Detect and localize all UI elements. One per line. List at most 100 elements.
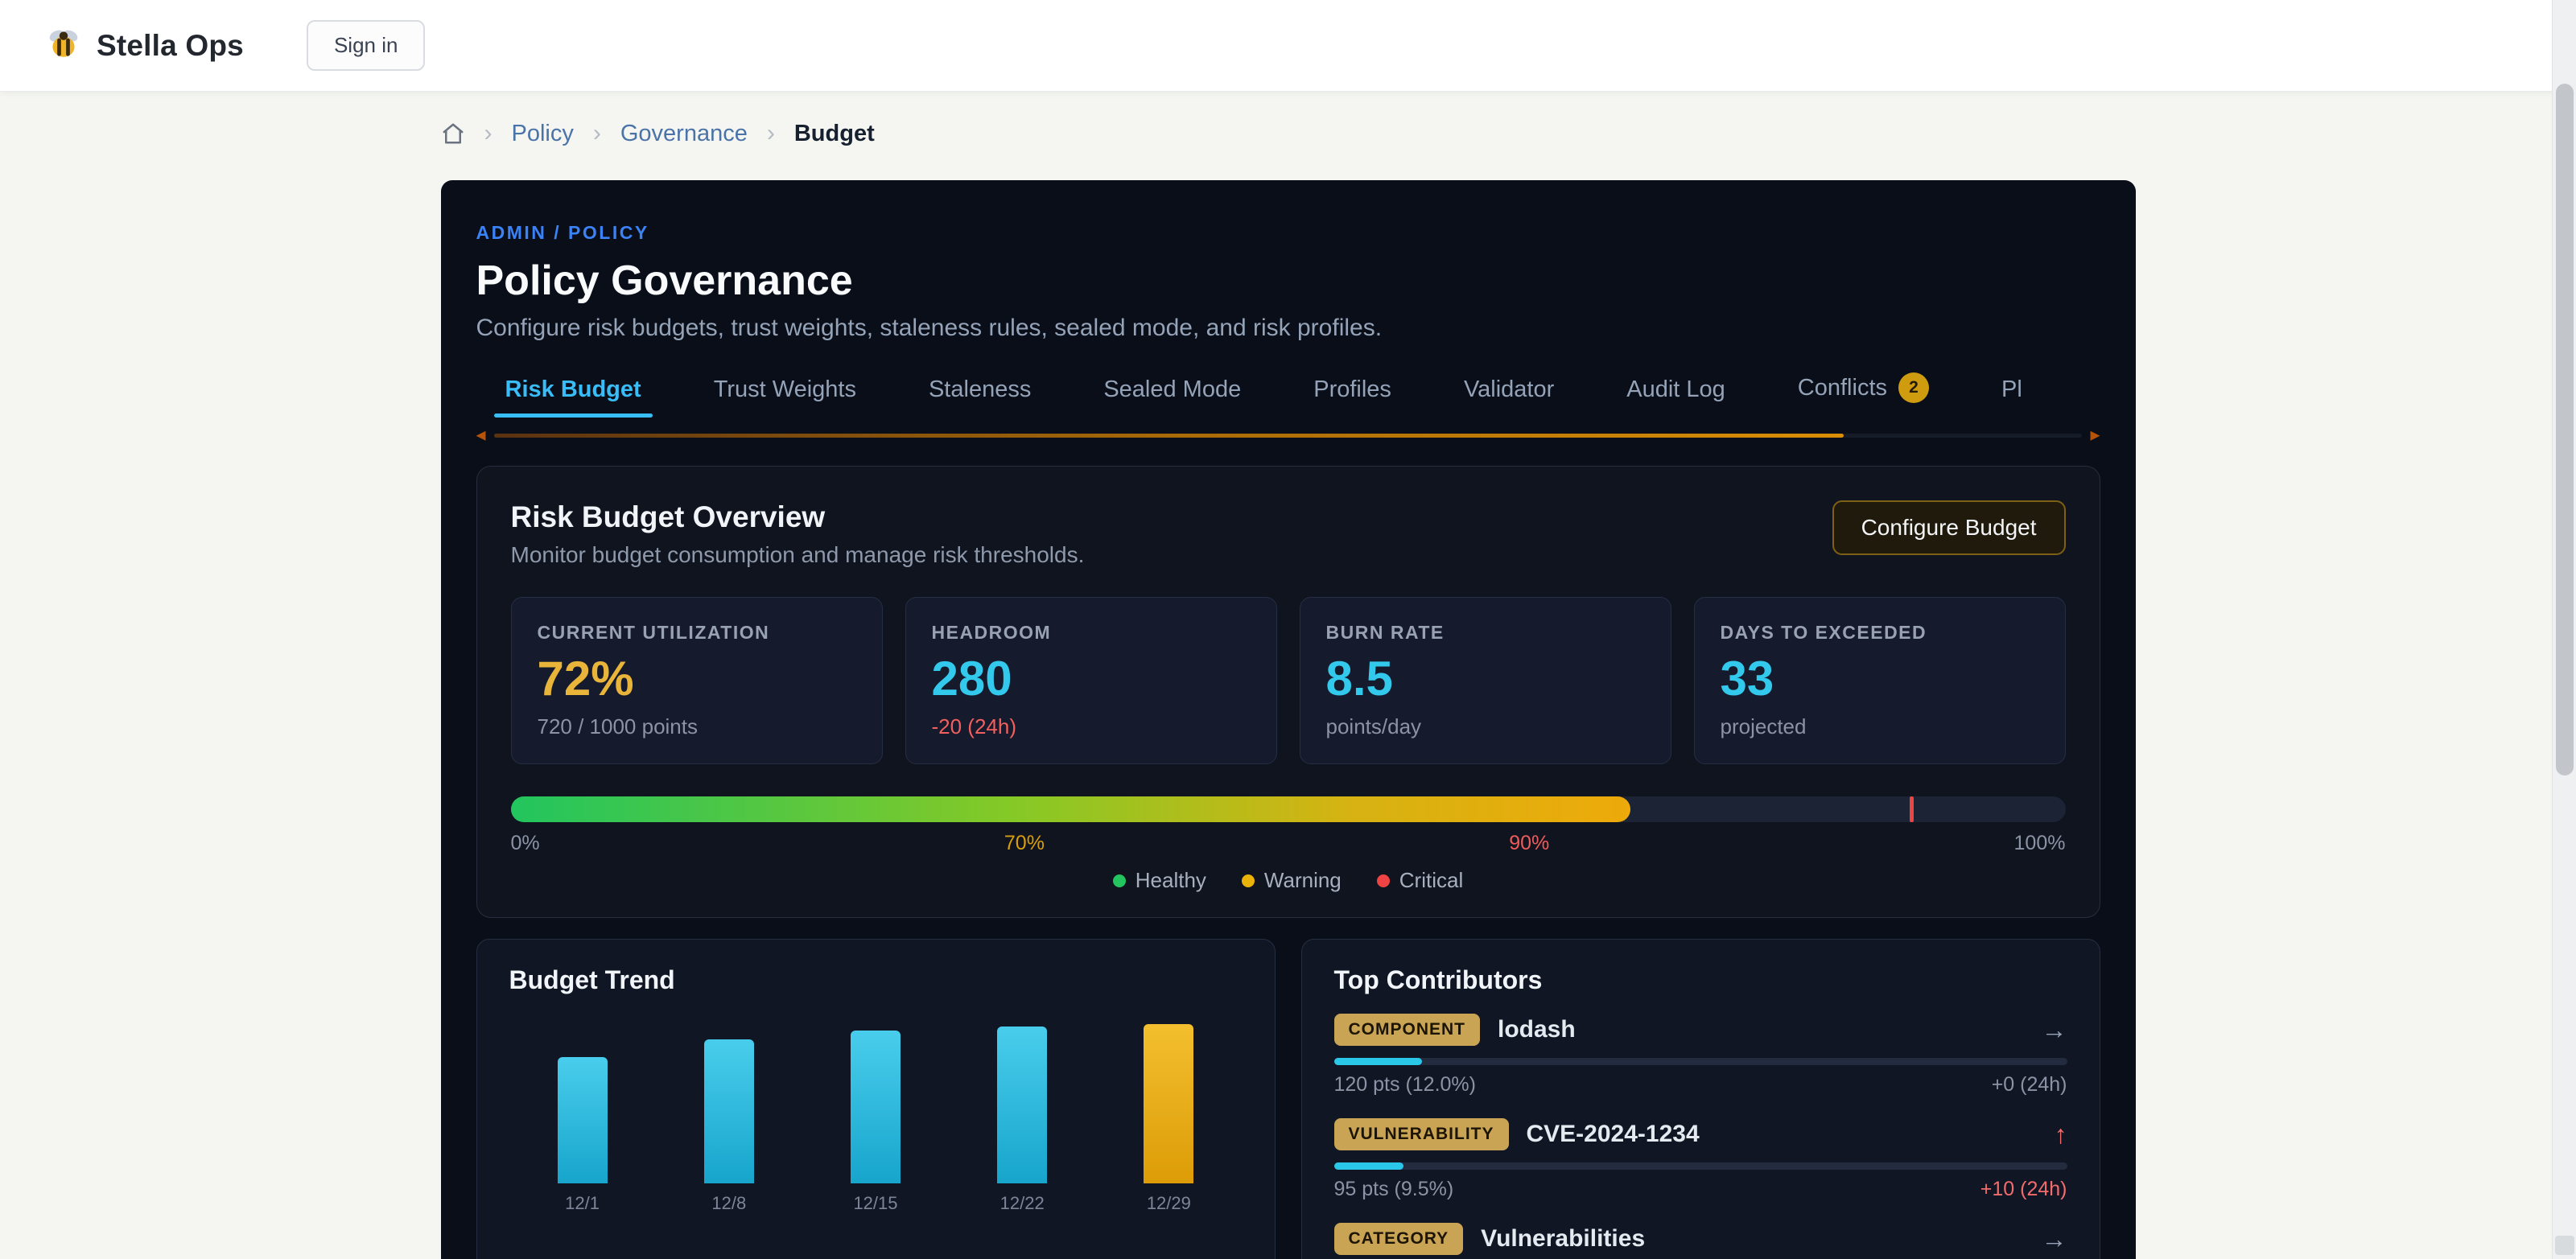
tabs-scroll-track[interactable] — [494, 434, 2083, 438]
chart-x-label: 12/29 — [1147, 1193, 1191, 1212]
stat-sub: projected — [1721, 714, 2039, 739]
breadcrumb-separator: › — [484, 120, 493, 147]
breadcrumb: › Policy › Governance › Budget — [441, 119, 2136, 148]
stat-value: 33 — [1721, 655, 2039, 703]
tabs-scroll-right-icon[interactable]: ▸ — [2090, 426, 2100, 445]
contributor-progress-fill — [1334, 1162, 1404, 1170]
tabs-scroll-left-icon[interactable]: ◂ — [476, 426, 486, 445]
tab-profiles[interactable]: Profiles — [1313, 376, 1391, 418]
contributor-meta: 120 pts (12.0%) +0 (24h) — [1334, 1073, 2067, 1096]
vertical-scrollbar-thumb[interactable] — [2556, 84, 2574, 776]
tab-validator[interactable]: Validator — [1464, 376, 1554, 418]
tab-staleness[interactable]: Staleness — [929, 376, 1031, 418]
contributor-progress-fill — [1334, 1058, 1422, 1065]
stat-card: BURN RATE8.5points/day — [1300, 597, 1671, 764]
stat-card: CURRENT UTILIZATION72%720 / 1000 points — [511, 597, 883, 764]
overview-subtitle: Monitor budget consumption and manage ri… — [511, 542, 1085, 568]
contributor-meta: 95 pts (9.5%)+10 (24h) — [1334, 1178, 2067, 1201]
contributor-header: VULNERABILITYCVE-2024-1234↑ — [1334, 1116, 2067, 1153]
contributor-progress-track — [1334, 1058, 2067, 1065]
vertical-scrollbar[interactable] — [2552, 0, 2576, 1259]
page-title: Policy Governance — [476, 257, 2100, 305]
configure-budget-button[interactable]: Configure Budget — [1832, 500, 2066, 555]
legend-item-healthy: Healthy — [1113, 868, 1206, 893]
chart-bar — [851, 1031, 901, 1183]
gauge-scale-label: 90% — [1509, 832, 1549, 855]
contributor-item[interactable]: VULNERABILITYCVE-2024-1234↑95 pts (9.5%)… — [1334, 1116, 2067, 1201]
chart-bar — [997, 1027, 1047, 1183]
brand-link[interactable]: Stella Ops — [45, 27, 244, 64]
chart-x-label: 12/22 — [1000, 1193, 1045, 1212]
stat-sub: 720 / 1000 points — [538, 714, 856, 739]
legend-label: Warning — [1264, 868, 1342, 893]
home-icon[interactable] — [441, 121, 465, 146]
contributor-delta: +10 (24h) — [1980, 1178, 2067, 1201]
stat-sub: -20 (24h) — [932, 714, 1251, 739]
tab-conflicts[interactable]: Conflicts2 — [1798, 372, 1929, 418]
tab-label: Conflicts — [1798, 375, 1887, 401]
legend-dot-icon — [1377, 874, 1390, 887]
gauge-scale-label: 0% — [511, 832, 540, 855]
tab-trust-weights[interactable]: Trust Weights — [714, 376, 856, 418]
stat-value: 280 — [932, 655, 1251, 703]
top-contributors-title: Top Contributors — [1334, 965, 2067, 995]
tabs-scroll-thumb[interactable] — [494, 434, 1844, 438]
stat-sub: points/day — [1326, 714, 1645, 739]
breadcrumb-separator: › — [593, 120, 601, 147]
contributor-type-badge: VULNERABILITY — [1334, 1118, 1509, 1150]
stat-value: 72% — [538, 655, 856, 703]
tab-label: Pl — [2001, 376, 2022, 403]
stat-label: DAYS TO EXCEEDED — [1721, 622, 2039, 644]
contributor-progress-track — [1334, 1162, 2067, 1170]
chart-bar — [1144, 1024, 1193, 1183]
trend-flat-icon: → — [2042, 1017, 2067, 1043]
breadcrumb-link-governance[interactable]: Governance — [620, 121, 748, 147]
gauge-scale-label: 100% — [2014, 832, 2066, 855]
legend-dot-icon — [1113, 874, 1126, 887]
budget-trend-card: Budget Trend 12/1 12/8 12/15 12/22 12/29 — [476, 939, 1276, 1259]
contributor-name: lodash — [1498, 1016, 1576, 1043]
chart-bar — [558, 1057, 608, 1183]
legend-dot-icon — [1242, 874, 1255, 887]
tab-label: Trust Weights — [714, 376, 856, 403]
legend-label: Healthy — [1136, 868, 1206, 893]
trend-flat-icon: → — [2042, 1226, 2067, 1252]
chart-bar-group: 12/8 — [697, 1006, 761, 1212]
contributor-delta: +0 (24h) — [1992, 1073, 2067, 1096]
bee-logo-icon — [45, 27, 82, 64]
chart-x-label: 12/15 — [853, 1193, 897, 1212]
contributor-item[interactable]: CATEGORYVulnerabilities→ — [1334, 1220, 2067, 1257]
tab-sealed-mode[interactable]: Sealed Mode — [1103, 376, 1241, 418]
tab-label: Sealed Mode — [1103, 376, 1241, 403]
section-eyebrow: ADMIN / POLICY — [476, 222, 2100, 244]
tab-label: Staleness — [929, 376, 1031, 403]
contributor-header: CATEGORYVulnerabilities→ — [1334, 1220, 2067, 1257]
sign-in-button[interactable]: Sign in — [307, 20, 426, 71]
breadcrumb-separator: › — [767, 120, 775, 147]
chart-x-label: 12/8 — [711, 1193, 746, 1212]
tab-audit-log[interactable]: Audit Log — [1626, 376, 1725, 418]
contributor-header: COMPONENTlodash→ — [1334, 1011, 2067, 1048]
contributor-points: 120 pts (12.0%) — [1334, 1073, 1477, 1096]
top-navbar: Stella Ops Sign in — [0, 0, 2576, 92]
legend-item-critical: Critical — [1377, 868, 1463, 893]
gauge-legend: Healthy Warning Critical — [511, 868, 2066, 893]
contributor-item[interactable]: COMPONENTlodash→120 pts (12.0%)+0 (24h) — [1334, 1011, 2067, 1096]
tab-label: Validator — [1464, 376, 1554, 403]
contributor-name: CVE-2024-1234 — [1527, 1121, 1700, 1148]
stat-card: DAYS TO EXCEEDED 33 projected — [1694, 597, 2066, 764]
tabs-scrollbar: ◂ ▸ — [476, 426, 2100, 445]
breadcrumb-link-policy[interactable]: Policy — [512, 121, 574, 147]
chart-bar-group: 12/1 — [550, 1006, 615, 1212]
legend-label: Critical — [1399, 868, 1463, 893]
critical-threshold-marker — [1910, 796, 1914, 822]
stats-row: CURRENT UTILIZATION72%720 / 1000 pointsH… — [511, 597, 2066, 764]
contributors-list: COMPONENTlodash→120 pts (12.0%)+0 (24h)V… — [1334, 1011, 2067, 1257]
tab-risk-budget[interactable]: Risk Budget — [505, 376, 641, 418]
contributor-type-badge: CATEGORY — [1334, 1223, 1464, 1255]
tab-pl[interactable]: Pl — [2001, 376, 2022, 418]
budget-trend-title: Budget Trend — [509, 965, 1243, 995]
gauge-scale-label: 70% — [1004, 832, 1045, 855]
stat-label: HEADROOM — [932, 622, 1251, 644]
scrollbar-corner — [2555, 1236, 2574, 1255]
